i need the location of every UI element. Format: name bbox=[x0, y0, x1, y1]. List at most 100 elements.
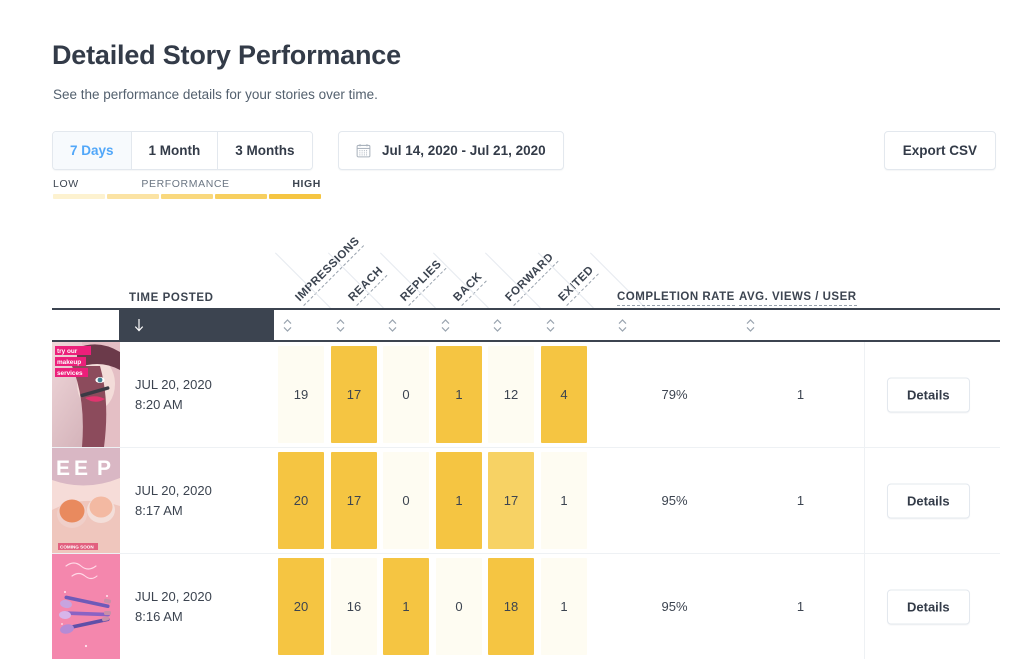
metric-value: 0 bbox=[402, 387, 409, 402]
range-button-3-months[interactable]: 3 Months bbox=[218, 132, 311, 169]
story-timestamp: JUL 20, 20208:20 AM bbox=[135, 375, 212, 415]
column-header-avg-views-user[interactable]: AVG. VIEWS / USER bbox=[739, 291, 857, 306]
range-button-7-days[interactable]: 7 Days bbox=[53, 132, 132, 169]
story-date: JUL 20, 2020 bbox=[135, 587, 212, 607]
svg-text:try our: try our bbox=[57, 348, 78, 355]
svg-text:makeup: makeup bbox=[57, 359, 81, 366]
metric-value: 1 bbox=[560, 599, 567, 614]
metric-cell-impressions: 20 bbox=[278, 448, 324, 553]
column-header-completion-rate[interactable]: COMPLETION RATE bbox=[617, 291, 735, 306]
svg-text:E: E bbox=[56, 457, 72, 480]
column-header-replies[interactable]: REPLIES bbox=[398, 258, 446, 306]
metric-cell-exited: 1 bbox=[541, 448, 587, 553]
legend-swatch-1 bbox=[53, 194, 105, 199]
metric-cell-replies: 0 bbox=[383, 342, 429, 447]
export-csv-button[interactable]: Export CSV bbox=[884, 131, 996, 170]
legend-high-label: HIGH bbox=[292, 178, 321, 190]
metric-value: 1 bbox=[455, 493, 462, 508]
legend-low-label: LOW bbox=[53, 178, 79, 190]
sort-toggle-8[interactable] bbox=[742, 310, 758, 340]
metric-value: 19 bbox=[294, 387, 308, 402]
metric-value: 17 bbox=[347, 493, 361, 508]
performance-legend: LOW PERFORMANCE HIGH bbox=[53, 178, 321, 199]
metric-value: 17 bbox=[347, 387, 361, 402]
legend-mid-label: PERFORMANCE bbox=[141, 178, 229, 190]
metric-value: 4 bbox=[560, 387, 567, 402]
metric-cell-replies: 1 bbox=[383, 554, 429, 659]
svg-text:P: P bbox=[97, 457, 113, 480]
metric-cell-forward: 17 bbox=[488, 448, 534, 553]
metric-value: 20 bbox=[294, 493, 308, 508]
page-subtitle: See the performance details for your sto… bbox=[53, 87, 378, 102]
svg-text:COMING SOON: COMING SOON bbox=[60, 545, 94, 550]
story-time: 8:17 AM bbox=[135, 501, 212, 521]
metric-cell-impressions: 19 bbox=[278, 342, 324, 447]
metric-cell-forward: 12 bbox=[488, 342, 534, 447]
chevron-up-down-icon bbox=[617, 318, 628, 333]
details-button[interactable]: Details bbox=[887, 589, 970, 624]
legend-swatch-3 bbox=[161, 194, 213, 199]
chevron-up-down-icon bbox=[440, 318, 451, 333]
metric-cell-exited: 4 bbox=[541, 342, 587, 447]
story-timestamp: JUL 20, 20208:16 AM bbox=[135, 587, 212, 627]
story-performance-table: TIME POSTED IMPRESSIONSREACHREPLIESBACKF… bbox=[52, 228, 1000, 659]
sort-toggle-6[interactable] bbox=[542, 310, 558, 340]
details-button[interactable]: Details bbox=[887, 483, 970, 518]
metric-cell-replies: 0 bbox=[383, 448, 429, 553]
story-time: 8:20 AM bbox=[135, 395, 212, 415]
avg-views-per-user-value: 1 bbox=[738, 342, 863, 447]
column-divider bbox=[864, 554, 865, 659]
metric-value: 0 bbox=[402, 493, 409, 508]
metric-value: 18 bbox=[504, 599, 518, 614]
chevron-up-down-icon bbox=[335, 318, 346, 333]
table-row: EEP COMING SOON JUL 20, 20208:17 AM20170… bbox=[52, 448, 1000, 554]
svg-text:services: services bbox=[57, 370, 83, 377]
chevron-up-down-icon bbox=[745, 318, 756, 333]
legend-labels: LOW PERFORMANCE HIGH bbox=[53, 178, 321, 190]
story-thumbnail-makeup-model[interactable]: try our makeup services bbox=[52, 342, 120, 447]
story-date: JUL 20, 2020 bbox=[135, 481, 212, 501]
metric-value: 1 bbox=[455, 387, 462, 402]
story-thumbnail-makeup-brushes[interactable] bbox=[52, 554, 120, 659]
metric-cell-reach: 17 bbox=[331, 342, 377, 447]
metric-cell-back: 0 bbox=[436, 554, 482, 659]
column-header-exited[interactable]: EXITED bbox=[556, 264, 598, 306]
calendar-icon bbox=[356, 143, 371, 158]
chevron-up-down-icon bbox=[492, 318, 503, 333]
column-header-time-posted: TIME POSTED bbox=[129, 292, 214, 304]
completion-rate-value: 95% bbox=[612, 448, 737, 553]
completion-rate-value: 79% bbox=[612, 342, 737, 447]
legend-swatch-5 bbox=[269, 194, 321, 199]
story-timestamp: JUL 20, 20208:17 AM bbox=[135, 481, 212, 521]
sort-time-posted-button[interactable] bbox=[119, 310, 274, 340]
range-button-1-month[interactable]: 1 Month bbox=[132, 132, 219, 169]
story-time: 8:16 AM bbox=[135, 607, 212, 627]
sort-toggle-4[interactable] bbox=[437, 310, 453, 340]
legend-gradient-bar bbox=[53, 194, 321, 199]
metric-value: 20 bbox=[294, 599, 308, 614]
metric-cell-impressions: 20 bbox=[278, 554, 324, 659]
sort-toggle-3[interactable] bbox=[384, 310, 400, 340]
table-column-headers: TIME POSTED IMPRESSIONSREACHREPLIESBACKF… bbox=[52, 228, 1000, 308]
date-range-text: Jul 14, 2020 - Jul 21, 2020 bbox=[382, 143, 546, 158]
metric-cell-back: 1 bbox=[436, 342, 482, 447]
sort-toggle-1[interactable] bbox=[279, 310, 295, 340]
chevron-up-down-icon bbox=[387, 318, 398, 333]
metric-value: 1 bbox=[560, 493, 567, 508]
table-row: try our makeup services JUL 20, 20208:20 A… bbox=[52, 342, 1000, 448]
sort-toggle-5[interactable] bbox=[489, 310, 505, 340]
metric-cell-reach: 17 bbox=[331, 448, 377, 553]
avg-views-per-user-value: 1 bbox=[738, 554, 863, 659]
details-button[interactable]: Details bbox=[887, 377, 970, 412]
story-thumbnail-blush-compacts[interactable]: EEP COMING SOON bbox=[52, 448, 120, 553]
chevron-up-down-icon bbox=[282, 318, 293, 333]
date-range-segmented-control[interactable]: 7 Days 1 Month 3 Months bbox=[52, 131, 313, 170]
column-header-reach[interactable]: REACH bbox=[346, 265, 387, 306]
metric-value: 16 bbox=[347, 599, 361, 614]
date-range-picker[interactable]: Jul 14, 2020 - Jul 21, 2020 bbox=[338, 131, 564, 170]
sort-toggle-2[interactable] bbox=[332, 310, 348, 340]
legend-swatch-2 bbox=[107, 194, 159, 199]
table-row: JUL 20, 20208:16 AM20161018195%1Details bbox=[52, 554, 1000, 659]
metric-value: 17 bbox=[504, 493, 518, 508]
sort-toggle-7[interactable] bbox=[614, 310, 630, 340]
